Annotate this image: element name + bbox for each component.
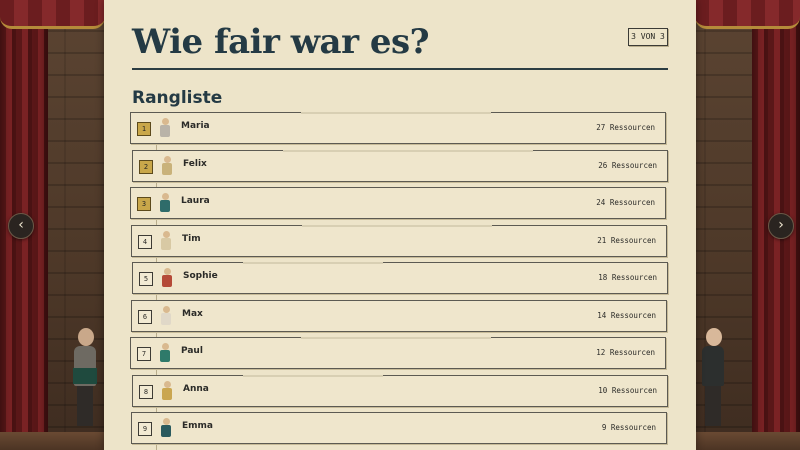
- left-character: [70, 328, 100, 428]
- avatar-head: [164, 380, 171, 388]
- player-avatar: [159, 118, 171, 138]
- section-title: Rangliste: [132, 88, 223, 108]
- resource-count: 12 Ressourcen: [596, 348, 655, 357]
- resource-count: 24 Ressourcen: [596, 198, 655, 207]
- resource-count: 18 Ressourcen: [598, 273, 657, 282]
- resource-count: 14 Ressourcen: [597, 310, 656, 320]
- avatar-body: [161, 237, 171, 250]
- avatar-body: [162, 162, 172, 175]
- avatar-head: [162, 343, 169, 350]
- avatar-head: [164, 268, 171, 275]
- player-avatar: [160, 418, 172, 438]
- previous-page-button[interactable]: ‹: [8, 213, 34, 239]
- avatar-body: [160, 350, 170, 362]
- character-head: [78, 328, 94, 346]
- avatar-body: [161, 312, 171, 325]
- page-indicator: 3 VON 3: [628, 28, 668, 46]
- ranking-row[interactable]: 7 Paul 12 Ressourcen: [130, 337, 666, 369]
- ranking-row[interactable]: 1 Maria 27 Ressourcen: [130, 112, 666, 144]
- avatar-body: [162, 387, 172, 400]
- player-avatar: [161, 268, 173, 288]
- row-top-accent: [283, 149, 533, 152]
- avatar-head: [164, 155, 171, 163]
- player-name: Tim: [182, 233, 201, 244]
- chevron-right-icon: ›: [778, 217, 784, 233]
- rank-badge: 6: [138, 309, 152, 324]
- results-panel: Wie fair war es? 3 VON 3 Rangliste 1 Mari…: [104, 0, 696, 450]
- right-character: [698, 328, 728, 428]
- player-avatar: [159, 193, 171, 213]
- resource-count: 10 Ressourcen: [598, 385, 657, 395]
- rank-badge: 8: [139, 384, 153, 399]
- player-name: Sophie: [183, 271, 218, 281]
- resource-count: 9 Ressourcen: [601, 423, 656, 432]
- ranking-row[interactable]: 4 Tim 21 Ressourcen: [131, 224, 667, 257]
- resource-count: 27 Ressourcen: [596, 123, 655, 132]
- row-top-accent: [301, 112, 491, 114]
- player-avatar: [160, 305, 172, 326]
- player-name: Emma: [182, 421, 213, 431]
- ranking-row[interactable]: 2 Felix 26 Ressourcen: [132, 149, 668, 182]
- avatar-head: [162, 193, 169, 200]
- ranking-row[interactable]: 8 Anna 10 Ressourcen: [132, 374, 668, 407]
- resource-count: 21 Ressourcen: [597, 235, 656, 245]
- player-name: Anna: [183, 383, 209, 394]
- character-skirt: [73, 368, 97, 384]
- avatar-head: [163, 305, 170, 313]
- avatar-head: [163, 230, 170, 238]
- page-title: Wie fair war es?: [132, 22, 430, 62]
- rank-badge: 7: [137, 347, 151, 361]
- player-avatar: [159, 343, 171, 363]
- player-name: Felix: [183, 158, 207, 169]
- avatar-body: [160, 125, 170, 137]
- avatar-head: [163, 418, 170, 425]
- rank-badge: 2: [139, 159, 153, 174]
- player-avatar: [161, 380, 173, 401]
- rank-badge: 9: [138, 422, 152, 436]
- right-valance: [695, 0, 800, 29]
- character-legs: [705, 386, 721, 426]
- character-body: [702, 346, 724, 386]
- rank-badge: 3: [137, 197, 151, 211]
- ranking-row[interactable]: 6 Max 14 Ressourcen: [131, 299, 667, 332]
- avatar-body: [161, 425, 171, 437]
- avatar-body: [162, 275, 172, 287]
- avatar-body: [160, 200, 170, 212]
- player-name: Laura: [181, 196, 210, 206]
- player-avatar: [161, 155, 173, 176]
- rank-badge: 4: [138, 234, 152, 249]
- ranking-row[interactable]: 9 Emma 9 Ressourcen: [131, 412, 667, 444]
- row-top-accent: [301, 337, 491, 339]
- ranking-row[interactable]: 3 Laura 24 Ressourcen: [130, 187, 666, 219]
- avatar-head: [162, 118, 169, 125]
- row-top-accent: [302, 224, 492, 227]
- row-top-accent: [243, 262, 383, 264]
- ranking-row[interactable]: 5 Sophie 18 Ressourcen: [132, 262, 668, 294]
- title-divider: [132, 68, 668, 70]
- player-avatar: [160, 230, 172, 251]
- resource-count: 26 Ressourcen: [598, 160, 657, 170]
- left-valance: [0, 0, 105, 29]
- rank-badge: 5: [139, 272, 153, 286]
- player-name: Maria: [181, 121, 210, 131]
- player-name: Paul: [181, 346, 203, 356]
- row-top-accent: [243, 374, 383, 377]
- next-page-button[interactable]: ›: [768, 213, 794, 239]
- chevron-left-icon: ‹: [18, 217, 24, 233]
- rank-badge: 1: [137, 122, 151, 136]
- player-name: Max: [182, 308, 203, 319]
- character-legs: [77, 386, 93, 426]
- character-head: [706, 328, 722, 346]
